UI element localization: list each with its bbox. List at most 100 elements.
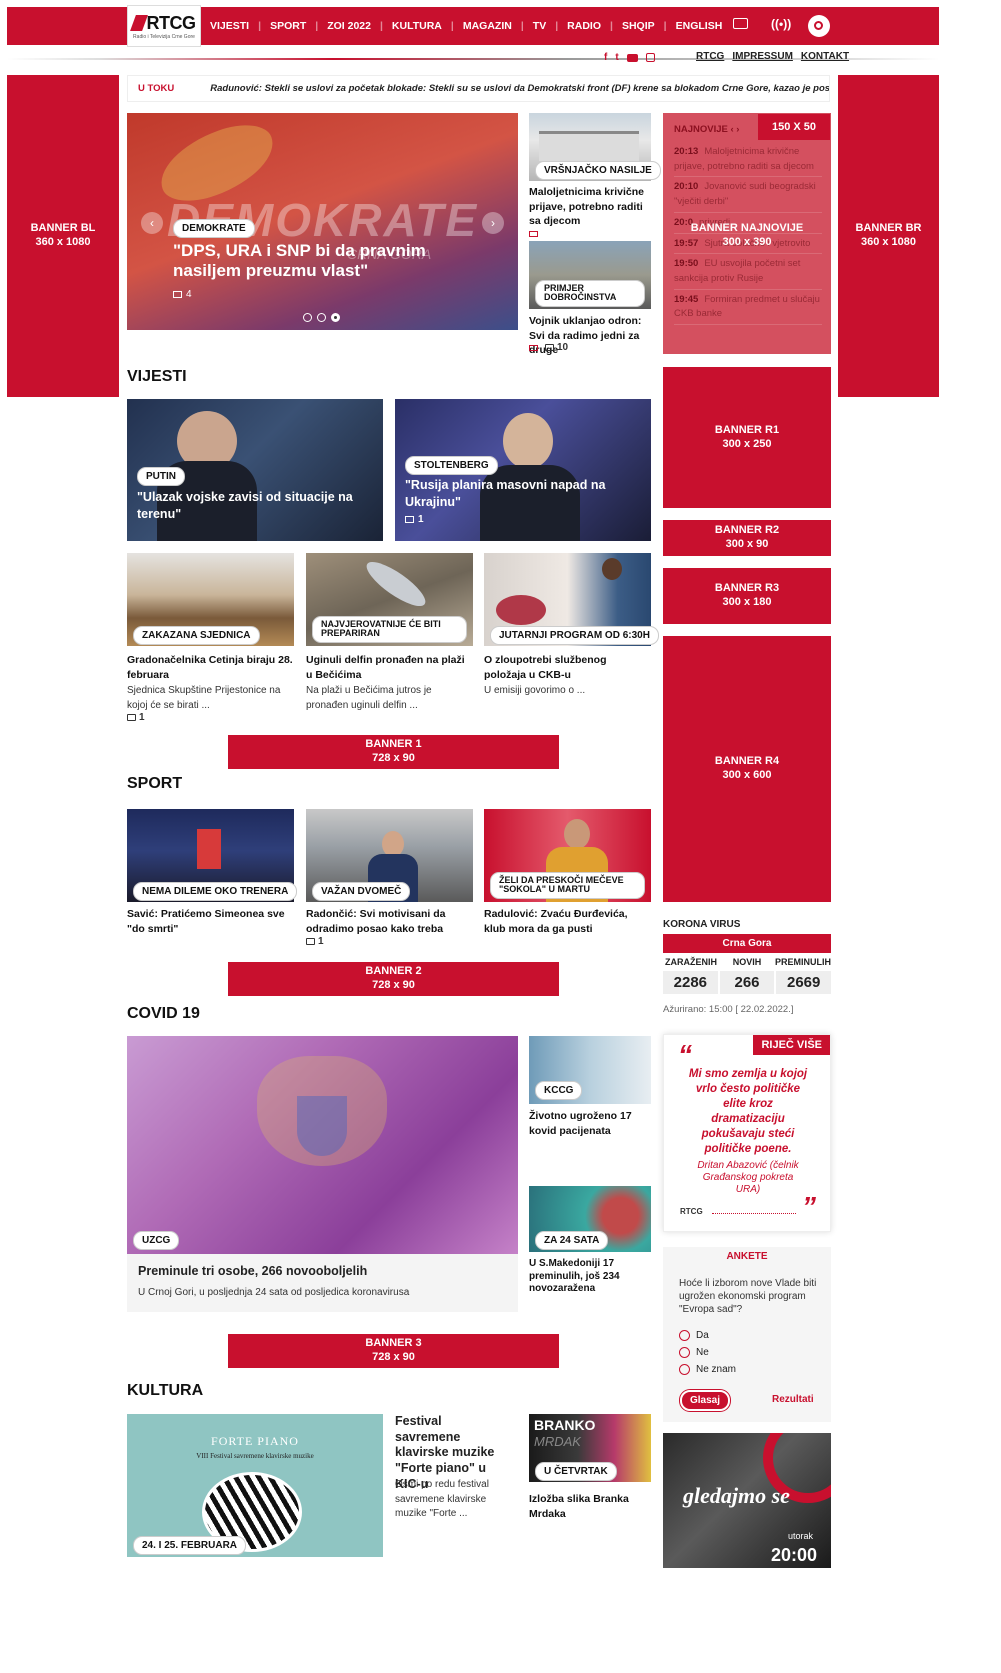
side-story-tag[interactable]: VRŠNJAČKO NASILJE <box>535 161 661 180</box>
news-title[interactable]: Uginuli delfin pronađen na plaži u Bečić… <box>306 653 466 682</box>
hero-comments[interactable]: 4 <box>173 289 192 300</box>
anketa-option[interactable]: Ne <box>679 1344 736 1361</box>
kultura-side-image[interactable]: BRANKO MRDAK U ČETVRTAK <box>529 1414 651 1482</box>
banner-br[interactable]: BANNER BR 360 x 1080 <box>838 75 939 397</box>
covid-main-title[interactable]: Preminule tri osobe, 266 novooboljelih <box>138 1264 367 1278</box>
side-story-tag[interactable]: PRIMJER DOBROČINSTVA <box>535 280 645 307</box>
nav-item[interactable]: VIJESTI <box>210 20 249 32</box>
poster-tag[interactable]: 24. i 25. FEBRUARA <box>133 1536 247 1555</box>
instagram-icon[interactable] <box>645 53 655 62</box>
nav-item[interactable]: KULTURA <box>392 20 442 32</box>
anketa-option[interactable]: Ne znam <box>679 1361 736 1378</box>
subnav-link[interactable]: IMPRESSUM <box>732 51 793 62</box>
banner-1[interactable]: BANNER 1 728 x 90 <box>228 735 559 769</box>
news-title[interactable]: "Rusija planira masovni napad na Ukrajin… <box>405 477 615 511</box>
sport-comments[interactable]: 1 <box>306 936 324 947</box>
najnovije-item[interactable]: 19:45 Formiran predmet u slučaju CKB bank… <box>674 293 822 326</box>
news-card-image[interactable]: PUTIN "Ulazak vojske zavisi od situacije… <box>127 399 383 541</box>
news-tag[interactable]: JUTARNJI PROGRAM OD 6:30H <box>490 626 659 645</box>
news-title[interactable]: Gradonačelnika Cetinja biraju 28. februa… <box>127 653 294 682</box>
rijec-vise-box[interactable]: RIJEČ VIŠE “ Mi smo zemlja u kojoj vrlo … <box>663 1034 831 1232</box>
banner-r4-name: BANNER R4 <box>714 755 780 768</box>
covid-main-caption <box>127 1254 518 1312</box>
logo[interactable]: RTCG Radio i Televizija Crne Gore <box>127 5 201 47</box>
sport-title[interactable]: Radulović: Zvaću Đurđevića, klub mora da… <box>484 907 651 936</box>
section-heading-kultura[interactable]: KULTURA <box>127 1382 203 1400</box>
sport-tag[interactable]: NEMA DILEME OKO TRENERA <box>133 882 298 901</box>
kultura-poster-image[interactable]: FORTE PIANO VIII Festival savremene klav… <box>127 1414 383 1557</box>
nav-item[interactable]: RADIO <box>567 20 601 32</box>
hero-tag[interactable]: DEMOKRATE <box>173 219 255 238</box>
news-tag[interactable]: NAJVJEROVATNIJE ĆE BITI PREPARIRAN <box>312 616 467 643</box>
slider-dot-active[interactable] <box>331 313 340 322</box>
sport-tag[interactable]: VAŽAN DVOMEČ <box>312 882 411 901</box>
covid-side-tag[interactable]: KCCG <box>535 1081 583 1100</box>
side-story-title[interactable]: Maloljetnicima krivične prijave, potrebn… <box>529 185 653 229</box>
covid-side-title[interactable]: Životno ugroženo 17 kovid pacijenata <box>529 1109 653 1138</box>
twitter-icon[interactable]: t <box>615 52 618 63</box>
najnovije-item[interactable]: 20:13 Maloljetnicima krivične prijave, po… <box>674 145 822 178</box>
radio-button[interactable] <box>679 1364 690 1375</box>
subnav-link[interactable]: KONTAKT <box>801 51 849 62</box>
youtube-icon[interactable] <box>626 54 638 62</box>
banner-r1[interactable]: BANNER R1 300 x 250 <box>663 367 831 508</box>
covid-side-tag[interactable]: ZA 24 SATA <box>535 1231 609 1250</box>
vote-button[interactable]: Glasaj <box>680 1390 731 1411</box>
news-tag[interactable]: PUTIN <box>137 467 185 486</box>
covid-side-title[interactable]: U S.Makedoniji 17 preminulih, još 234 no… <box>529 1258 653 1296</box>
section-heading-vijesti[interactable]: VIJESTI <box>127 368 187 386</box>
section-heading-covid[interactable]: COVID 19 <box>127 1005 200 1023</box>
section-heading-sport[interactable]: SPORT <box>127 775 182 793</box>
news-comments[interactable]: 1 <box>405 514 424 525</box>
covid-main-image[interactable]: UZCG <box>127 1036 518 1254</box>
banner-r4[interactable]: BANNER R4 300 x 600 <box>663 636 831 902</box>
covid-tag[interactable]: UZCG <box>133 1231 180 1250</box>
news-comments[interactable]: 1 <box>127 712 145 723</box>
nav-item[interactable]: ZOI 2022 <box>327 20 371 32</box>
sport-title[interactable]: Radončić: Svi motivisani da odradimo pos… <box>306 907 473 936</box>
radio-button[interactable] <box>679 1347 690 1358</box>
facebook-icon[interactable]: f <box>604 52 607 63</box>
side-story-comments[interactable]: 10 <box>529 342 568 353</box>
tv-icon[interactable] <box>733 18 748 29</box>
radio-icon[interactable]: ((•)) <box>771 17 791 31</box>
najnovije-item[interactable]: 20:10 Jovanović sudi beogradski "vječiti … <box>674 180 822 213</box>
banner-bl[interactable]: BANNER BL 360 x 1080 <box>7 75 119 397</box>
nav-item[interactable]: TV <box>533 20 546 32</box>
sport-tag[interactable]: ŽELI DA PRESKOČI MEČEVE "SOKOLA" U MARTU <box>490 872 645 899</box>
nav-item[interactable]: ENGLISH <box>676 20 723 32</box>
news-tag[interactable]: STOLTENBERG <box>405 456 498 475</box>
news-title[interactable]: O zloupotrebi službenog položaja u CKB-u <box>484 653 651 682</box>
nav-item[interactable]: MAGAZIN <box>463 20 512 32</box>
results-link[interactable]: Rezultati <box>772 1394 814 1405</box>
news-tag[interactable]: ZAKAZANA SJEDNICA <box>133 626 260 645</box>
banner-2[interactable]: BANNER 2 728 x 90 <box>228 962 559 996</box>
radio-button[interactable] <box>679 1330 690 1341</box>
rijec-quote: Mi smo zemlja u kojoj vrlo često politič… <box>688 1068 808 1155</box>
nav-item[interactable]: SPORT <box>270 20 306 32</box>
promo-banner[interactable]: gledajmo se utorak 20:00 <box>663 1433 831 1568</box>
najnovije-title[interactable]: NAJNOVIJE ‹ › <box>674 124 739 135</box>
slider-next-button[interactable]: › <box>482 212 504 234</box>
anketa-option[interactable]: Da <box>679 1327 736 1344</box>
kultura-side-title[interactable]: Izložba slika Branka Mrdaka <box>529 1492 653 1521</box>
nav-item[interactable]: SHQIP <box>622 20 655 32</box>
banner-r3[interactable]: BANNER R3 300 x 180 <box>663 568 831 624</box>
hero-title[interactable]: "DPS, URA i SNP bi da pravnim nasiljem p… <box>173 241 443 280</box>
sport-title[interactable]: Savić: Pratićemo Simeonea sve "do smrti" <box>127 907 294 936</box>
search-button[interactable] <box>808 15 830 37</box>
slider-dot[interactable] <box>303 313 312 322</box>
najnovije-item[interactable]: 19:50 EU usvojila početni set sankcija pr… <box>674 257 822 290</box>
kultura-side-tag[interactable]: U ČETVRTAK <box>535 1462 617 1481</box>
news-card-image[interactable]: STOLTENBERG "Rusija planira masovni napa… <box>395 399 651 541</box>
subnav-link[interactable]: RTCG <box>696 51 724 62</box>
small-banner[interactable]: 150 X 50 <box>758 114 830 140</box>
news-title[interactable]: "Ulazak vojske zavisi od situacije na te… <box>137 489 367 523</box>
banner-najnovije[interactable]: BANNER NAJNOVIJE 300 x 390 <box>663 222 831 250</box>
slider-dot[interactable] <box>317 313 326 322</box>
banner-r2[interactable]: BANNER R2 300 x 90 <box>663 520 831 556</box>
slider-prev-button[interactable]: ‹ <box>141 212 163 234</box>
hero-slider[interactable]: DEMOKRATE CRNA GORA ‹ › DEMOKRATE "DPS, … <box>127 113 518 330</box>
ticker[interactable]: U TOKU Radunović: Stekli se uslovi za po… <box>127 75 830 102</box>
banner-3[interactable]: BANNER 3 728 x 90 <box>228 1334 559 1368</box>
